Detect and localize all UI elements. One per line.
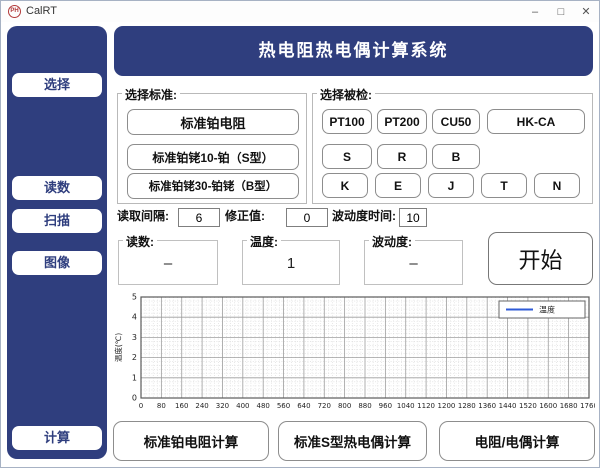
- svg-text:1040: 1040: [397, 402, 415, 410]
- svg-text:4: 4: [132, 313, 137, 322]
- svg-text:320: 320: [216, 402, 229, 410]
- svg-text:80: 80: [157, 402, 166, 410]
- close-button[interactable]: ✕: [574, 1, 598, 22]
- svg-text:1520: 1520: [519, 402, 537, 410]
- temperature-label: 温度:: [247, 233, 281, 250]
- svg-text:240: 240: [195, 402, 208, 410]
- svg-text:1200: 1200: [438, 402, 456, 410]
- standard-s-type-button[interactable]: 标准铂铑10-铂（S型）: [127, 144, 299, 170]
- standard-group-label: 选择标准:: [122, 86, 180, 103]
- temperature-chart: 0 80 160 240 320 400 480 560 640 720 800 880 960 1040…: [113, 293, 595, 411]
- dut-pt100-button[interactable]: PT100: [322, 109, 372, 134]
- correction-label: 修正值:: [225, 209, 265, 223]
- sidebar-item-select[interactable]: 选择: [12, 73, 102, 97]
- dut-group-label: 选择被检:: [317, 86, 375, 103]
- standard-pt-resistance-calc-button[interactable]: 标准铂电阻计算: [113, 421, 269, 461]
- temperature-display-box: 温度: 1: [242, 233, 340, 285]
- sidebar-item-scan[interactable]: 扫描: [12, 209, 102, 233]
- svg-text:1600: 1600: [539, 402, 557, 410]
- standard-b-type-button[interactable]: 标准铂铑30-铂铑（B型）: [127, 173, 299, 199]
- dut-e-button[interactable]: E: [375, 173, 421, 198]
- svg-text:640: 640: [297, 402, 310, 410]
- sidebar-item-calculate[interactable]: 计算: [12, 426, 102, 450]
- svg-text:720: 720: [318, 402, 331, 410]
- svg-text:温度(℃): 温度(℃): [113, 333, 123, 362]
- reading-label: 读数:: [123, 233, 157, 250]
- window-title: CalRT: [26, 5, 57, 17]
- svg-text:3: 3: [132, 333, 137, 342]
- page-title: 热电阻热电偶计算系统: [114, 26, 593, 76]
- svg-text:960: 960: [379, 402, 392, 410]
- sidebar-item-image[interactable]: 图像: [12, 251, 102, 275]
- dut-r-button[interactable]: R: [377, 144, 427, 169]
- fluctuation-label: 波动度:: [369, 233, 415, 250]
- svg-text:1280: 1280: [458, 402, 476, 410]
- dut-pt200-button[interactable]: PT200: [377, 109, 427, 134]
- standard-s-thermocouple-calc-button[interactable]: 标准S型热电偶计算: [278, 421, 427, 461]
- dut-hkca-button[interactable]: HK-CA: [487, 109, 585, 134]
- standard-groupbox: 选择标准: 标准铂电阻 标准铂铑10-铂（S型） 标准铂铑30-铂铑（B型）: [117, 86, 307, 204]
- read-interval-label: 读取间隔:: [117, 209, 169, 223]
- svg-text:160: 160: [175, 402, 188, 410]
- svg-text:800: 800: [338, 402, 351, 410]
- sidebar: 选择 读数 扫描 图像 计算: [7, 26, 107, 459]
- dut-j-button[interactable]: J: [428, 173, 474, 198]
- dut-b-button[interactable]: B: [432, 144, 480, 169]
- svg-text:5: 5: [132, 293, 137, 302]
- read-interval-input[interactable]: [178, 208, 220, 227]
- title-bar: PH CalRT – □ ✕: [1, 1, 599, 22]
- reading-display-box: 读数: –: [118, 233, 218, 285]
- app-icon: PH: [8, 5, 21, 18]
- dut-k-button[interactable]: K: [322, 173, 368, 198]
- svg-text:400: 400: [236, 402, 249, 410]
- svg-text:1: 1: [132, 373, 137, 382]
- dut-n-button[interactable]: N: [534, 173, 580, 198]
- svg-text:0: 0: [139, 402, 143, 410]
- svg-text:1360: 1360: [478, 402, 496, 410]
- sidebar-item-reading[interactable]: 读数: [12, 176, 102, 200]
- fluctuation-time-label: 波动度时间:: [332, 209, 396, 223]
- svg-text:880: 880: [358, 402, 371, 410]
- app-window: PH CalRT – □ ✕ 选择 读数 扫描 图像 计算 热电阻热电偶计算系统…: [0, 0, 600, 468]
- svg-text:温度: 温度: [539, 305, 555, 315]
- svg-text:1680: 1680: [560, 402, 578, 410]
- standard-pt-resistance-button[interactable]: 标准铂电阻: [127, 109, 299, 135]
- fluctuation-display-box: 波动度: –: [364, 233, 463, 285]
- resistance-couple-calc-button[interactable]: 电阻/电偶计算: [439, 421, 595, 461]
- correction-input[interactable]: [286, 208, 328, 227]
- dut-cu50-button[interactable]: CU50: [432, 109, 480, 134]
- minimize-button[interactable]: –: [523, 1, 547, 22]
- maximize-button[interactable]: □: [549, 1, 573, 22]
- dut-groupbox: 选择被检: PT100 PT200 CU50 HK-CA S R B K E J…: [312, 86, 593, 204]
- dut-s-button[interactable]: S: [322, 144, 372, 169]
- svg-text:1760: 1760: [580, 402, 595, 410]
- fluctuation-time-input[interactable]: [399, 208, 427, 227]
- svg-text:480: 480: [256, 402, 269, 410]
- svg-text:2: 2: [132, 353, 137, 362]
- dut-t-button[interactable]: T: [481, 173, 527, 198]
- start-button[interactable]: 开始: [488, 232, 593, 285]
- svg-text:0: 0: [132, 394, 137, 403]
- svg-text:1120: 1120: [417, 402, 435, 410]
- svg-text:1440: 1440: [499, 402, 517, 410]
- svg-text:560: 560: [277, 402, 290, 410]
